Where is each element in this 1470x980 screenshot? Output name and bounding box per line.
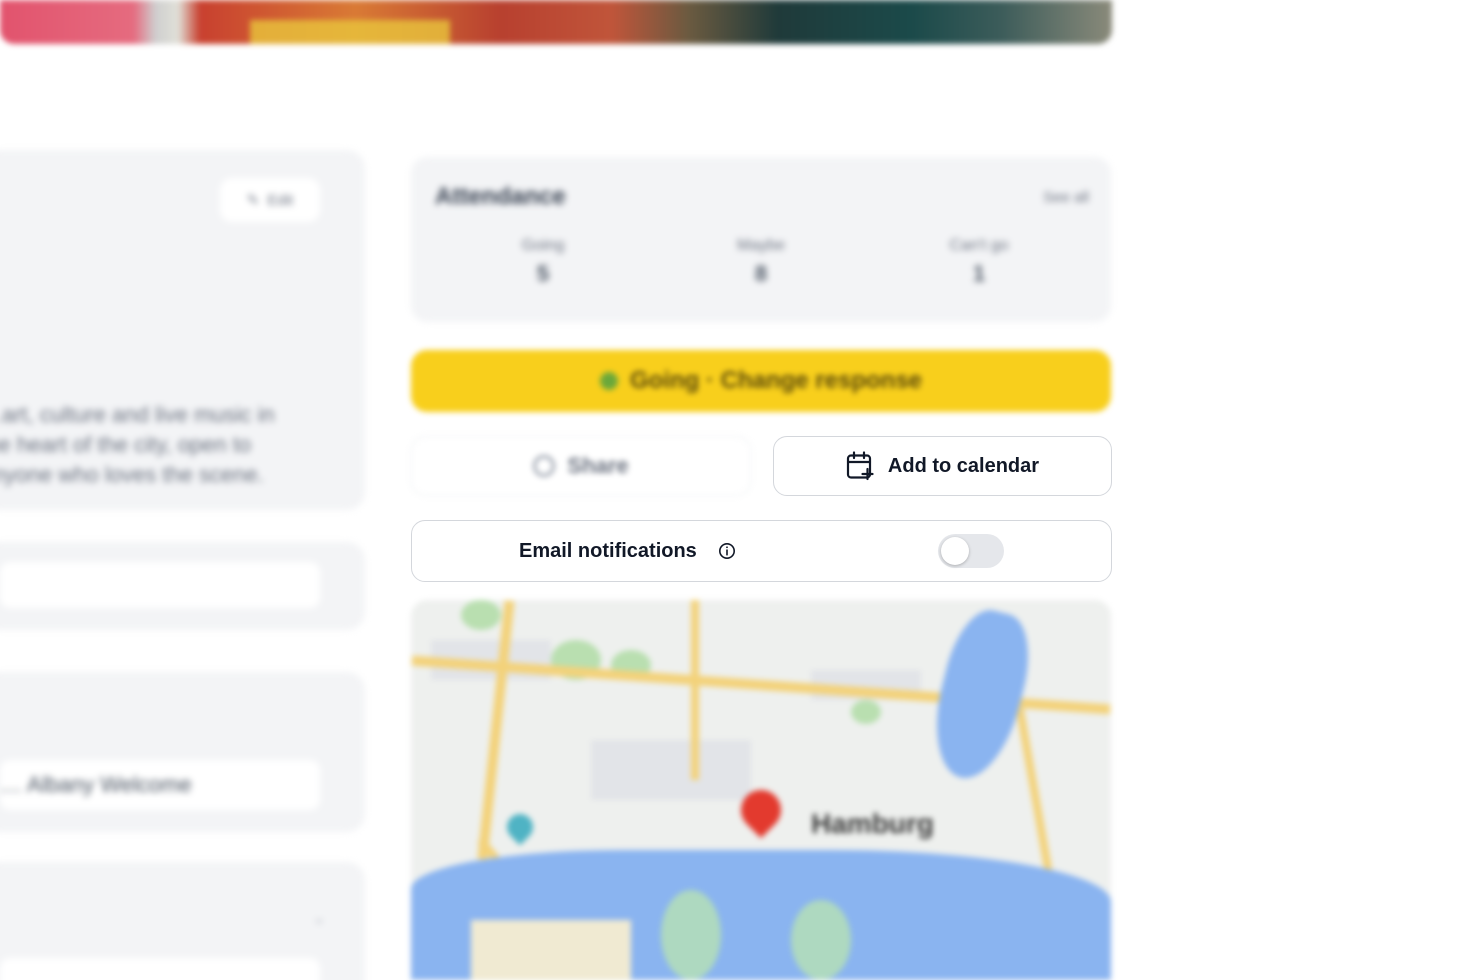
event-info-card: ✎ Edit …art, culture and live music in t… xyxy=(0,150,365,510)
email-notifications-row: Email notifications xyxy=(411,520,1112,582)
stat-label: Maybe xyxy=(736,237,786,254)
details-field[interactable] xyxy=(0,562,320,608)
location-card: … Albany Welcome xyxy=(0,672,365,832)
share-icon xyxy=(533,455,556,477)
add-to-calendar-button[interactable]: Add to calendar xyxy=(773,436,1112,496)
stat-maybe: Maybe 8 xyxy=(701,237,821,287)
event-description: …art, culture and live music in the hear… xyxy=(0,402,275,487)
extra-field[interactable] xyxy=(0,958,320,980)
email-notifications-toggle[interactable] xyxy=(938,534,1004,568)
going-response-label: Going · Change response xyxy=(629,367,923,394)
details-card xyxy=(0,542,365,630)
event-page: ✎ Edit …art, culture and live music in t… xyxy=(0,0,1470,980)
share-button-label: Share xyxy=(567,453,629,478)
stat-value: 1 xyxy=(972,261,986,286)
stat-going: Going 5 xyxy=(483,237,603,287)
extra-card: ⌄ xyxy=(0,862,365,980)
edit-button-label: Edit xyxy=(267,191,294,209)
stat-label: Can't go xyxy=(949,237,1009,254)
map-city-label: Hamburg xyxy=(811,808,934,839)
stat-value: 8 xyxy=(754,261,768,286)
check-icon xyxy=(599,372,618,390)
cover-image-detail xyxy=(250,20,450,44)
calendar-plus-icon xyxy=(846,451,874,481)
see-all-link[interactable]: See all xyxy=(1043,189,1089,206)
map-secondary-pin-icon xyxy=(501,808,539,846)
chevron-down-icon[interactable]: ⌄ xyxy=(313,910,325,927)
share-button[interactable]: Share xyxy=(411,436,751,496)
location-field[interactable]: … Albany Welcome xyxy=(0,760,320,810)
event-location-map[interactable]: Hamburg xyxy=(411,600,1111,980)
stat-cant-go: Can't go 1 xyxy=(919,237,1039,287)
attendance-title: Attendance xyxy=(435,183,566,210)
edit-button[interactable]: ✎ Edit xyxy=(220,178,320,222)
email-notifications-label: Email notifications xyxy=(519,540,697,562)
stat-label: Going xyxy=(521,237,565,254)
attendance-card: Attendance See all Going 5 Maybe 8 Can't… xyxy=(411,157,1111,322)
pencil-icon: ✎ xyxy=(246,192,260,209)
info-icon[interactable] xyxy=(718,542,736,565)
toggle-knob xyxy=(941,537,969,565)
add-to-calendar-label: Add to calendar xyxy=(887,454,1040,477)
going-response-button[interactable]: Going · Change response xyxy=(411,350,1111,412)
stat-value: 5 xyxy=(536,261,550,286)
event-cover-image xyxy=(0,0,1112,44)
